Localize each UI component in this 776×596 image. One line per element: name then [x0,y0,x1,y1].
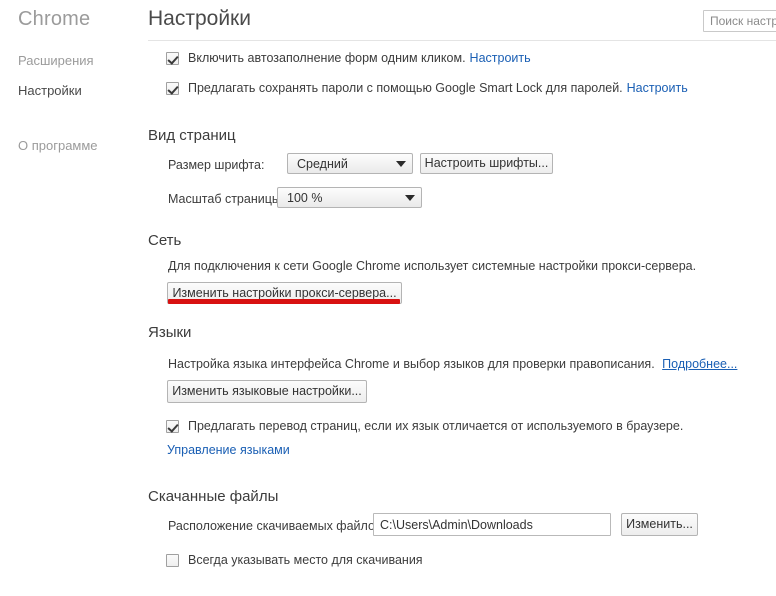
font-size-value: Средний [297,156,348,171]
ask-download-location-checkbox[interactable] [166,553,179,567]
translate-label: Предлагать перевод страниц, если их язык… [188,419,684,433]
ask-download-location-label: Всегда указывать место для скачивания [188,553,423,567]
downloads-section-title: Скачанные файлы [148,488,279,505]
page-zoom-value: 100 % [287,190,323,205]
languages-section-title: Языки [148,324,192,341]
languages-description-text: Настройка языка интерфейса Chrome и выбо… [168,357,655,371]
translate-row[interactable]: Предлагать перевод страниц, если их язык… [166,419,683,433]
network-section-title: Сеть [148,232,182,249]
font-size-label: Размер шрифта: [168,158,265,172]
download-location-label: Расположение скачиваемых файлов: [168,519,386,533]
change-language-settings-button[interactable]: Изменить языковые настройки... [167,380,367,403]
autofill-label: Включить автозаполнение форм одним клико… [188,51,466,65]
translate-checkbox[interactable] [166,419,179,433]
settings-page: Chrome Расширения Настройки О программе … [0,0,776,596]
customize-fonts-button[interactable]: Настроить шрифты... [420,153,553,174]
languages-more-link[interactable]: Подробнее... [662,357,737,371]
autofill-checkbox[interactable] [166,51,179,65]
autofill-row[interactable]: Включить автозаполнение форм одним клико… [166,51,531,65]
manage-languages-link[interactable]: Управление языками [167,443,290,457]
chevron-down-icon [399,194,421,201]
passwords-checkbox[interactable] [166,81,179,95]
page-zoom-select[interactable]: 100 % [277,187,422,208]
appearance-section-title: Вид страниц [148,127,236,144]
font-size-select[interactable]: Средний [287,153,413,174]
autofill-configure-link[interactable]: Настроить [470,51,531,65]
network-description: Для подключения к сети Google Chrome исп… [168,259,697,273]
passwords-row[interactable]: Предлагать сохранять пароли с помощью Go… [166,81,688,95]
download-location-input[interactable] [373,513,611,536]
proxy-button-highlight [168,299,400,304]
languages-description: Настройка языка интерфейса Chrome и выбо… [168,357,737,371]
settings-content: Включить автозаполнение форм одним клико… [0,0,776,596]
ask-download-location-row[interactable]: Всегда указывать место для скачивания [166,553,423,567]
chevron-down-icon [390,160,412,167]
passwords-configure-link[interactable]: Настроить [627,81,688,95]
change-download-location-button[interactable]: Изменить... [621,513,698,536]
page-zoom-label: Масштаб страницы: [168,192,285,206]
passwords-label: Предлагать сохранять пароли с помощью Go… [188,81,623,95]
